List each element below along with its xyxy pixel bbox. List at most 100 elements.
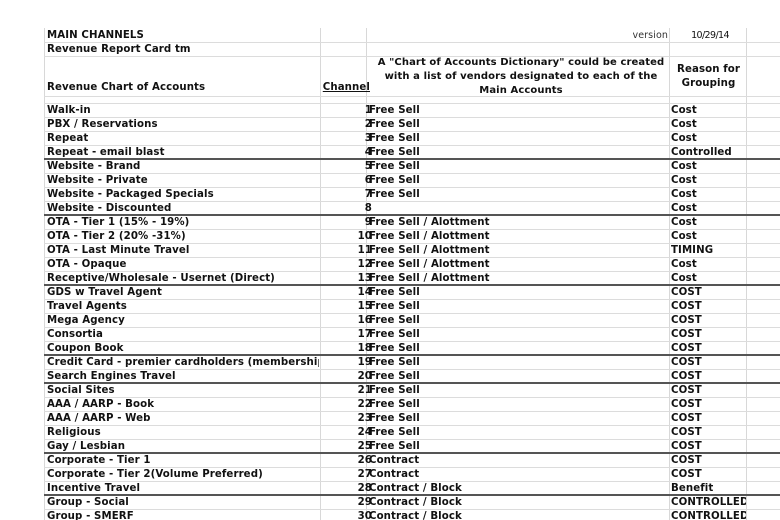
channel-cell[interactable]: 2 <box>320 118 372 131</box>
channel-cell[interactable]: 27 <box>320 468 372 481</box>
channel-cell[interactable]: 22 <box>320 398 372 411</box>
reason-cell[interactable]: COST <box>671 384 746 397</box>
channel-cell[interactable]: 5 <box>320 160 372 173</box>
account-cell[interactable]: Group - SMERF <box>47 510 319 520</box>
account-cell[interactable]: AAA / AARP - Web <box>47 412 319 425</box>
account-cell[interactable]: OTA - Tier 1 (15% - 19%) <box>47 216 319 229</box>
type-cell[interactable]: Free Sell <box>369 174 669 187</box>
type-cell[interactable]: Free Sell <box>369 146 669 158</box>
reason-cell[interactable]: COST <box>671 426 746 439</box>
account-cell[interactable]: AAA / AARP - Book <box>47 398 319 411</box>
channel-cell[interactable]: 9 <box>320 216 372 229</box>
channel-cell[interactable]: 29 <box>320 496 372 509</box>
account-cell[interactable]: Group - Social <box>47 496 319 509</box>
account-cell[interactable]: Coupon Book <box>47 342 319 354</box>
type-cell[interactable]: Free Sell <box>369 188 669 201</box>
column-header-reason[interactable]: Reason for Grouping <box>671 57 746 96</box>
channel-cell[interactable]: 28 <box>320 482 372 494</box>
account-cell[interactable]: Consortia <box>47 328 319 341</box>
type-cell[interactable]: Free Sell <box>369 328 669 341</box>
type-cell[interactable]: Free Sell / Alottment <box>369 244 669 257</box>
type-cell[interactable]: Free Sell / Alottment <box>369 258 669 271</box>
channel-cell[interactable]: 6 <box>320 174 372 187</box>
reason-cell[interactable]: COST <box>671 300 746 313</box>
column-header-note[interactable]: A "Chart of Accounts Dictionary" could b… <box>372 57 670 96</box>
channel-cell[interactable]: 26 <box>320 454 372 467</box>
type-cell[interactable]: Free Sell / Alottment <box>369 272 669 284</box>
type-cell[interactable]: Free Sell <box>369 300 669 313</box>
channel-cell[interactable]: 12 <box>320 258 372 271</box>
type-cell[interactable]: Free Sell <box>369 370 669 382</box>
channel-cell[interactable]: 17 <box>320 328 372 341</box>
reason-cell[interactable]: Cost <box>671 272 746 284</box>
reason-cell[interactable]: COST <box>671 342 746 354</box>
reason-cell[interactable]: Cost <box>671 118 746 131</box>
type-cell[interactable]: Free Sell <box>369 342 669 354</box>
account-cell[interactable]: Website - Brand <box>47 160 319 173</box>
account-cell[interactable]: Travel Agents <box>47 300 319 313</box>
type-cell[interactable]: Free Sell <box>369 132 669 145</box>
channel-cell[interactable]: 8 <box>320 202 372 214</box>
reason-cell[interactable]: COST <box>671 328 746 341</box>
reason-cell[interactable]: Cost <box>671 174 746 187</box>
reason-cell[interactable]: Benefit <box>671 482 746 494</box>
channel-cell[interactable]: 11 <box>320 244 372 257</box>
reason-cell[interactable]: Cost <box>671 104 746 117</box>
account-cell[interactable]: Corporate - Tier 1 <box>47 454 319 467</box>
type-cell[interactable] <box>369 202 669 214</box>
channel-cell[interactable]: 14 <box>320 286 372 299</box>
account-cell[interactable]: OTA - Last Minute Travel <box>47 244 319 257</box>
channel-cell[interactable]: 15 <box>320 300 372 313</box>
reason-cell[interactable]: CONTROLLED <box>671 496 746 509</box>
type-cell[interactable]: Free Sell <box>369 440 669 452</box>
reason-cell[interactable]: COST <box>671 440 746 452</box>
reason-cell[interactable]: COST <box>671 398 746 411</box>
channel-cell[interactable]: 19 <box>320 356 372 369</box>
account-cell[interactable]: Corporate - Tier 2(Volume Preferred) <box>47 468 319 481</box>
reason-cell[interactable]: COST <box>671 314 746 327</box>
channel-cell[interactable]: 23 <box>320 412 372 425</box>
account-cell[interactable]: Search Engines Travel <box>47 370 319 382</box>
version-label[interactable]: version <box>633 29 669 42</box>
channel-cell[interactable]: 16 <box>320 314 372 327</box>
account-cell[interactable]: Incentive Travel <box>47 482 319 494</box>
reason-cell[interactable]: Cost <box>671 188 746 201</box>
account-cell[interactable]: Website - Private <box>47 174 319 187</box>
account-cell[interactable]: Repeat <box>47 132 319 145</box>
reason-cell[interactable]: Cost <box>671 202 746 214</box>
type-cell[interactable]: Free Sell <box>369 412 669 425</box>
reason-cell[interactable]: Cost <box>671 132 746 145</box>
type-cell[interactable]: Contract / Block <box>369 482 669 494</box>
reason-cell[interactable]: Cost <box>671 160 746 173</box>
channel-cell[interactable]: 3 <box>320 132 372 145</box>
type-cell[interactable]: Free Sell <box>369 384 669 397</box>
account-cell[interactable]: Repeat - email blast <box>47 146 319 158</box>
channel-cell[interactable]: 25 <box>320 440 372 452</box>
account-cell[interactable]: Gay / Lesbian <box>47 440 319 452</box>
reason-cell[interactable]: COST <box>671 370 746 382</box>
column-header-channel[interactable]: Channel <box>320 57 370 96</box>
account-cell[interactable]: Social Sites <box>47 384 319 397</box>
account-cell[interactable]: PBX / Reservations <box>47 118 319 131</box>
type-cell[interactable]: Contract / Block <box>369 496 669 509</box>
type-cell[interactable]: Free Sell <box>369 160 669 173</box>
reason-cell[interactable]: Cost <box>671 216 746 229</box>
type-cell[interactable]: Free Sell <box>369 104 669 117</box>
type-cell[interactable]: Free Sell <box>369 398 669 411</box>
channel-cell[interactable]: 30 <box>320 510 372 520</box>
reason-cell[interactable]: Cost <box>671 230 746 243</box>
column-header-account[interactable]: Revenue Chart of Accounts <box>47 57 205 96</box>
reason-cell[interactable]: TIMING <box>671 244 746 257</box>
channel-cell[interactable]: 10 <box>320 230 372 243</box>
account-cell[interactable]: Credit Card - premier cardholders (membe… <box>47 356 319 369</box>
reason-cell[interactable]: Cost <box>671 258 746 271</box>
channel-cell[interactable]: 24 <box>320 426 372 439</box>
type-cell[interactable]: Free Sell <box>369 286 669 299</box>
sheet-subtitle[interactable]: Revenue Report Card tm <box>47 43 319 56</box>
reason-cell[interactable]: CONTROLLED <box>671 510 746 520</box>
type-cell[interactable]: Free Sell / Alottment <box>369 230 669 243</box>
channel-cell[interactable]: 20 <box>320 370 372 382</box>
type-cell[interactable]: Free Sell <box>369 426 669 439</box>
account-cell[interactable]: OTA - Opaque <box>47 258 319 271</box>
channel-cell[interactable]: 18 <box>320 342 372 354</box>
